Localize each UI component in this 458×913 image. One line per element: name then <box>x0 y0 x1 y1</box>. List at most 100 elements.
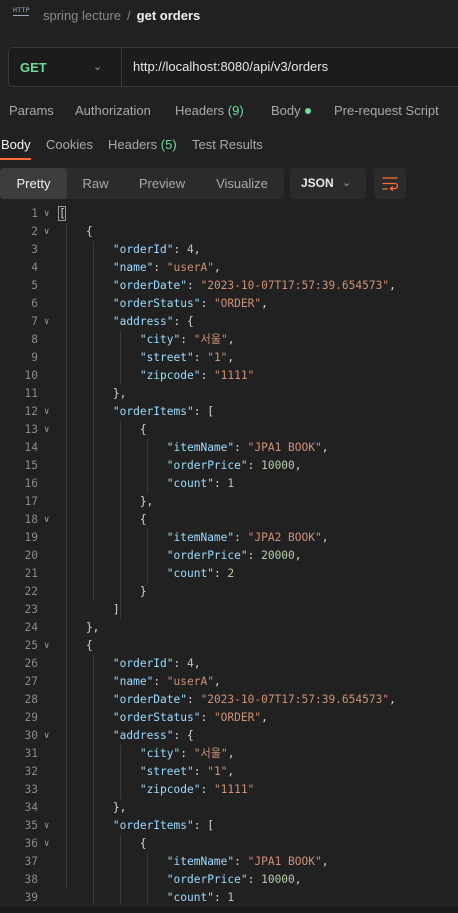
chevron-down-icon[interactable]: ⌄ <box>93 60 102 73</box>
headers-count: (9) <box>227 103 244 118</box>
code-text: "address": { <box>112 729 194 742</box>
code-text: "orderPrice": 10000, <box>166 873 302 886</box>
code-text: "zipcode": "1111" <box>139 783 255 796</box>
code-text: "zipcode": "1111" <box>139 369 255 382</box>
tab-test-results[interactable]: Test Results <box>192 137 263 152</box>
format-label: JSON <box>301 176 334 190</box>
code-line: 11 }, <box>0 385 458 403</box>
fold-chevron-icon[interactable]: ∨ <box>44 421 54 439</box>
code-line: 27 "name": "userA", <box>0 673 458 691</box>
line-number: 2 <box>31 225 38 238</box>
tab-body[interactable]: Body <box>271 103 311 118</box>
code-line: 30 ∨ "address": { <box>0 727 458 745</box>
code-line: 5 "orderDate": "2023-10-07T17:57:39.6545… <box>0 277 458 295</box>
line-number: 4 <box>31 261 38 274</box>
fold-chevron-icon[interactable]: ∨ <box>44 313 54 331</box>
tab-headers[interactable]: Headers (9) <box>175 103 244 118</box>
line-number: 17 <box>24 495 38 508</box>
fold-chevron-icon[interactable]: ∨ <box>44 817 54 835</box>
line-number: 7 <box>31 315 38 328</box>
tab-params[interactable]: Params <box>9 103 54 118</box>
tab-authorization[interactable]: Authorization <box>75 103 151 118</box>
request-name[interactable]: get orders <box>137 8 201 23</box>
tab-response-body[interactable]: Body <box>1 137 31 152</box>
url-bar: GET ⌄ http://localhost:8080/api/v3/order… <box>8 47 458 87</box>
code-text: }, <box>59 801 127 814</box>
breadcrumb-collection[interactable]: spring lecture <box>43 8 121 23</box>
tab-pre-request-script[interactable]: Pre-request Script <box>334 103 439 118</box>
code-text: "city": "서울", <box>139 333 235 346</box>
code-text: { <box>59 423 147 436</box>
tab-cookies[interactable]: Cookies <box>46 137 93 152</box>
code-text: "address": { <box>112 315 194 328</box>
line-number: 24 <box>24 621 38 634</box>
code-text: }, <box>59 621 100 634</box>
code-text: "orderDate": "2023-10-07T17:57:39.654573… <box>112 279 396 292</box>
code-line: 13 ∨ { <box>0 421 458 439</box>
wrap-lines-button[interactable] <box>374 168 406 199</box>
code-text: "orderDate": "2023-10-07T17:57:39.654573… <box>112 693 396 706</box>
code-line: 3 "orderId": 4, <box>0 241 458 259</box>
line-number: 21 <box>24 567 38 580</box>
divider <box>121 48 122 86</box>
code-line: 39 "count": 1 <box>0 889 458 904</box>
code-line: 24 }, <box>0 619 458 637</box>
response-body-editor[interactable]: 1 ∨[2 ∨ {3 "orderId": 4, 4 "name": "userA",… <box>0 204 458 904</box>
code-line: 26 "orderId": 4, <box>0 655 458 673</box>
code-text: "street": "1", <box>139 351 235 364</box>
code-text: "orderStatus": "ORDER", <box>112 297 268 310</box>
code-text: "street": "1", <box>139 765 235 778</box>
line-number: 36 <box>24 837 38 850</box>
code-text: "orderPrice": 10000, <box>166 459 302 472</box>
bracket-match-highlight <box>58 206 66 221</box>
code-text: "orderPrice": 20000, <box>166 549 302 562</box>
code-line: 37 "itemName": "JPA1 BOOK", <box>0 853 458 871</box>
line-number: 6 <box>31 297 38 310</box>
code-text: "itemName": "JPA1 BOOK", <box>166 855 329 868</box>
code-line: 14 "itemName": "JPA1 BOOK", <box>0 439 458 457</box>
code-text: { <box>59 513 147 526</box>
request-tabs: Params Authorization Headers (9) Body Pr… <box>0 100 458 122</box>
code-line: 29 "orderStatus": "ORDER", <box>0 709 458 727</box>
code-line: 20 "orderPrice": 20000, <box>0 547 458 565</box>
line-number: 34 <box>24 801 38 814</box>
fold-chevron-icon[interactable]: ∨ <box>44 637 54 655</box>
line-number: 8 <box>31 333 38 346</box>
fold-chevron-icon[interactable]: ∨ <box>44 727 54 745</box>
code-line: 15 "orderPrice": 10000, <box>0 457 458 475</box>
fold-chevron-icon[interactable]: ∨ <box>44 403 54 421</box>
code-line: 2 ∨ { <box>0 223 458 241</box>
line-number: 18 <box>24 513 38 526</box>
method-select[interactable]: GET <box>20 60 47 75</box>
code-line: 10 "zipcode": "1111" <box>0 367 458 385</box>
line-number: 28 <box>24 693 38 706</box>
code-line: 34 }, <box>0 799 458 817</box>
breadcrumb-separator: / <box>127 8 131 23</box>
fold-chevron-icon[interactable]: ∨ <box>44 205 54 223</box>
line-number: 11 <box>24 387 38 400</box>
fold-chevron-icon[interactable]: ∨ <box>44 835 54 853</box>
fold-chevron-icon[interactable]: ∨ <box>44 511 54 529</box>
code-line: 6 "orderStatus": "ORDER", <box>0 295 458 313</box>
code-line: 33 "zipcode": "1111" <box>0 781 458 799</box>
line-number: 31 <box>24 747 38 760</box>
active-tab-underline <box>0 158 31 160</box>
code-text: "orderItems": [ <box>112 819 214 832</box>
horizontal-scrollbar[interactable] <box>0 907 458 913</box>
http-request-icon: HTTP <box>13 6 30 16</box>
code-text: "count": 1 <box>166 477 235 490</box>
fold-chevron-icon[interactable]: ∨ <box>44 223 54 241</box>
line-number: 12 <box>24 405 38 418</box>
view-pretty[interactable]: Pretty <box>0 168 67 199</box>
view-preview[interactable]: Preview <box>124 168 200 199</box>
url-input[interactable]: http://localhost:8080/api/v3/orders <box>133 59 328 74</box>
format-select[interactable]: JSON ⌄ <box>290 168 366 199</box>
code-text: "orderStatus": "ORDER", <box>112 711 268 724</box>
line-number: 30 <box>24 729 38 742</box>
line-number: 38 <box>24 873 38 886</box>
view-raw[interactable]: Raw <box>67 168 124 199</box>
tab-response-headers[interactable]: Headers (5) <box>108 137 177 152</box>
code-text: } <box>59 585 147 598</box>
view-visualize[interactable]: Visualize <box>200 168 284 199</box>
code-text: { <box>59 639 93 652</box>
